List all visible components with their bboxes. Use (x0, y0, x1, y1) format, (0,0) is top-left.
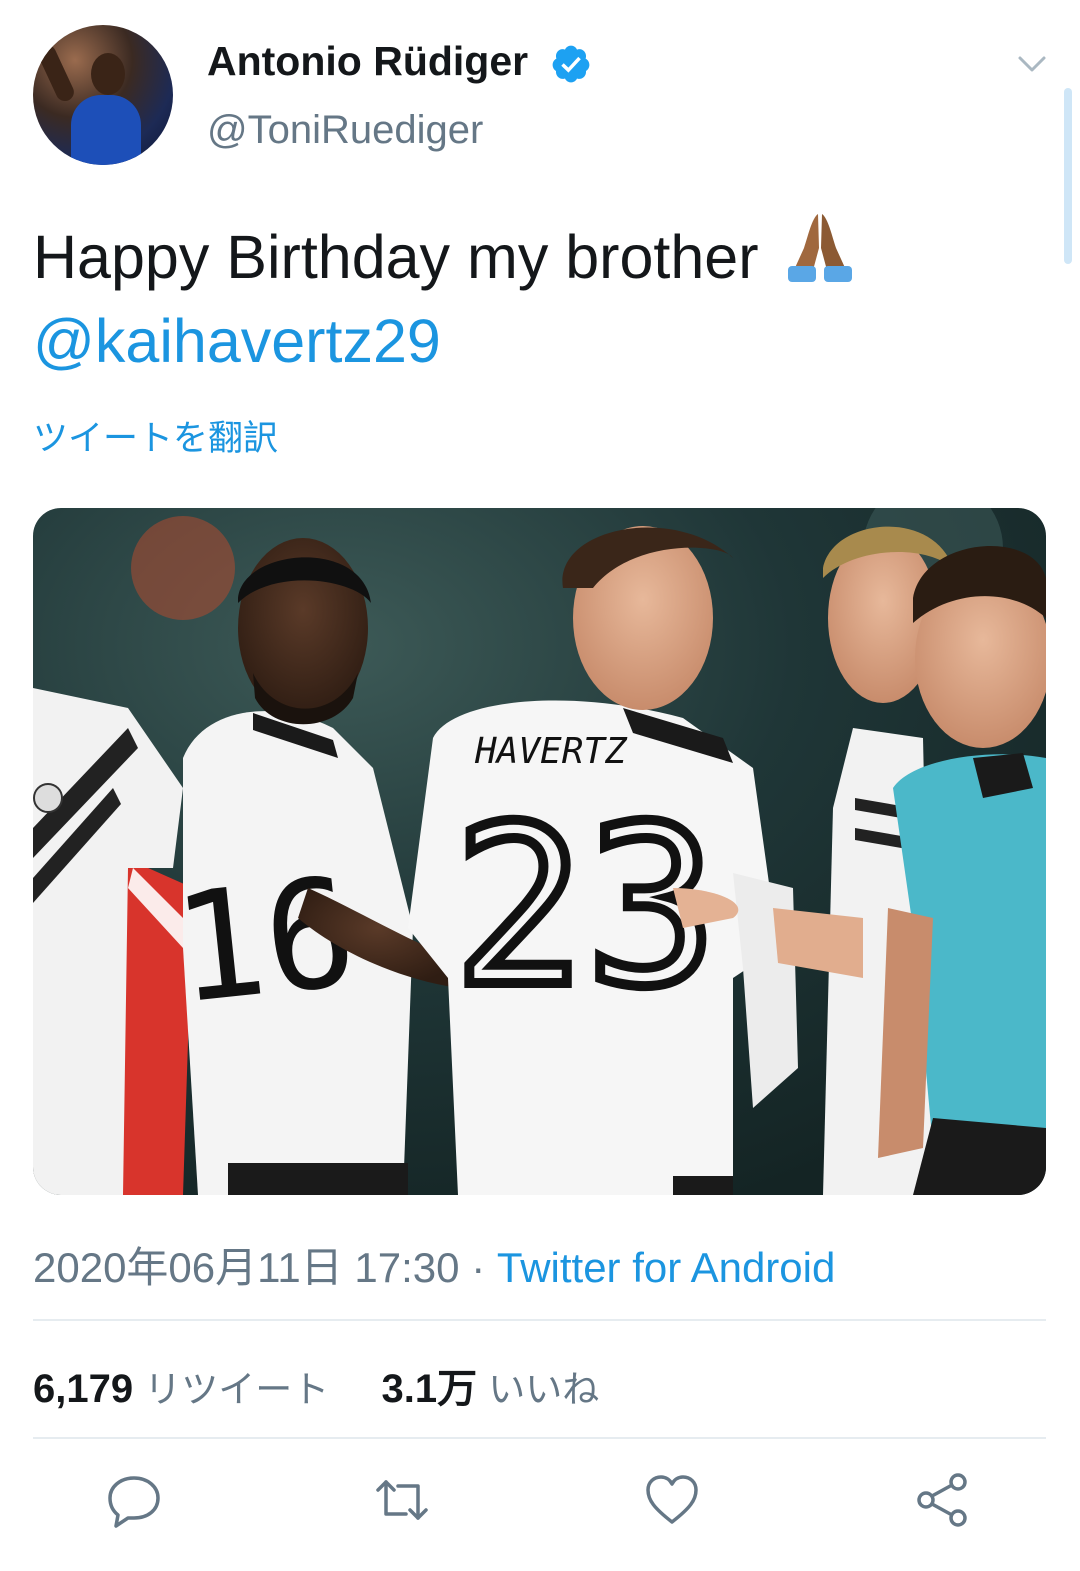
avatar-arm (35, 42, 77, 104)
photo-illustration: 16 HAVERTZ 23 (33, 508, 1046, 1195)
verified-badge-icon (552, 45, 590, 83)
divider-top (33, 1319, 1046, 1321)
jersey-name: HAVERTZ (474, 731, 628, 772)
reply-icon[interactable] (104, 1470, 164, 1530)
folded-hands-emoji (787, 214, 852, 282)
tweet-body: Happy Birthday my brother (33, 223, 759, 291)
mention-link[interactable]: @kaihavertz29 (33, 307, 441, 375)
likes-label: いいね (488, 1368, 600, 1411)
timestamp[interactable]: 2020年06月11日 17:30 (33, 1244, 460, 1291)
translate-tweet-link[interactable]: ツイートを翻訳 (33, 410, 278, 461)
likes-count: 3.1万 (381, 1367, 478, 1411)
avatar-jersey (71, 95, 141, 165)
retweet-icon[interactable] (372, 1470, 432, 1530)
divider-bottom (33, 1437, 1046, 1439)
share-icon[interactable] (912, 1470, 972, 1530)
tweet-meta: 2020年06月11日 17:30 · Twitter for Android (33, 1234, 835, 1295)
retweets-stat[interactable]: 6,179 リツイート (33, 1367, 329, 1411)
tweet-text: Happy Birthday my brother @kaihavertz29 (33, 208, 1033, 383)
avatar-head (91, 53, 125, 95)
scrollbar[interactable] (1064, 88, 1072, 264)
tweet-photo[interactable]: 16 HAVERTZ 23 (33, 508, 1046, 1195)
chevron-down-icon[interactable] (1016, 52, 1048, 76)
meta-separator: · (459, 1244, 497, 1291)
retweets-count: 6,179 (33, 1367, 134, 1411)
author-handle[interactable]: @ToniRuediger (207, 108, 483, 153)
likes-stat[interactable]: 3.1万 いいね (381, 1367, 599, 1411)
retweets-label: リツイート (144, 1368, 330, 1411)
source-link[interactable]: Twitter for Android (497, 1244, 835, 1291)
author-name[interactable]: Antonio Rüdiger (207, 38, 528, 85)
like-icon[interactable] (642, 1470, 702, 1530)
tweet-stats: 6,179 リツイート 3.1万 いいね (33, 1356, 599, 1414)
profile-avatar[interactable] (33, 25, 173, 165)
